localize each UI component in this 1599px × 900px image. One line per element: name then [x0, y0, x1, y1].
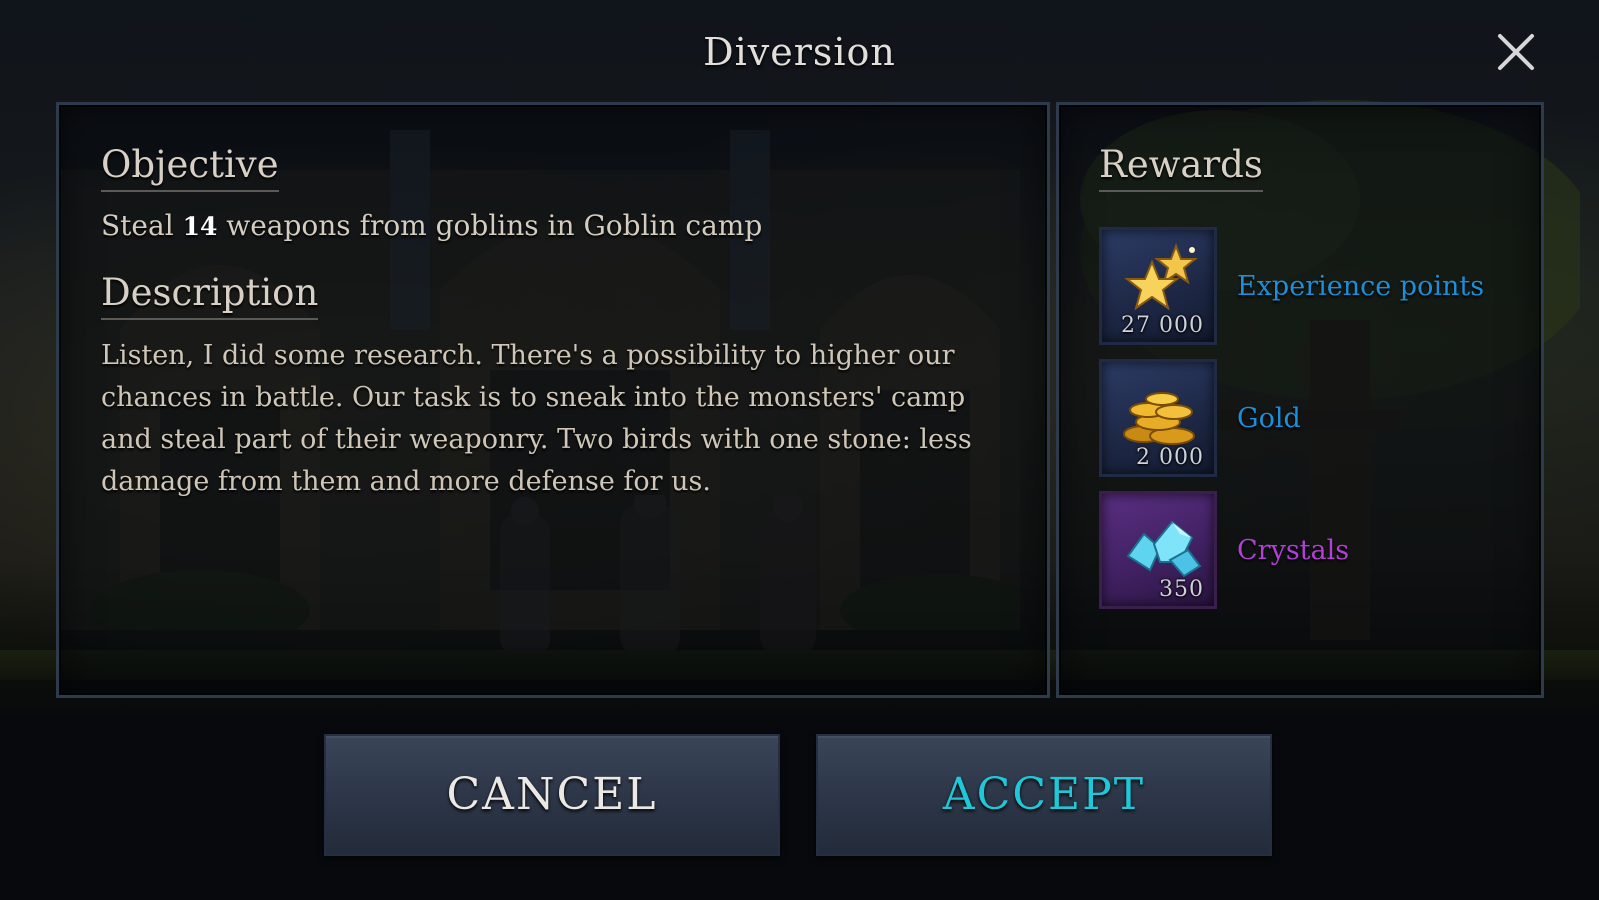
close-icon [1498, 34, 1534, 70]
objective-text-before: Steal [101, 209, 174, 242]
dialog-title: Diversion [703, 30, 896, 74]
reward-crystals: 350 Crystals [1099, 491, 1519, 609]
reward-gold: 2 000 Gold [1099, 359, 1519, 477]
crystals-icon [1126, 520, 1202, 578]
description-text: Listen, I did some research. There's a p… [101, 340, 972, 497]
reward-amount-gold: 2 000 [1136, 445, 1204, 470]
reward-tile-experience: 27 000 [1099, 227, 1217, 345]
reward-amount-crystals: 350 [1159, 577, 1204, 602]
rewards-panel: Rewards 27 000 Experience points 2 000 G [1056, 102, 1544, 698]
rewards-heading: Rewards [1099, 144, 1263, 192]
accept-button[interactable]: ACCEPT [816, 734, 1272, 856]
reward-label-crystals: Crystals [1237, 535, 1350, 566]
reward-experience: 27 000 Experience points [1099, 227, 1519, 345]
objective-text: Steal 14 weapons from goblins in Goblin … [101, 209, 762, 242]
reward-tile-crystals: 350 [1099, 491, 1217, 609]
stars-icon [1124, 243, 1198, 311]
reward-label-gold: Gold [1237, 403, 1301, 434]
close-button[interactable] [1490, 26, 1542, 78]
reward-tile-gold: 2 000 [1099, 359, 1217, 477]
cancel-button[interactable]: CANCEL [324, 734, 780, 856]
objective-heading: Objective [101, 144, 279, 192]
gold-coins-icon [1123, 392, 1195, 445]
description-heading: Description [101, 272, 319, 320]
reward-amount-experience: 27 000 [1121, 313, 1204, 338]
objective-text-after: weapons from goblins in Goblin camp [226, 209, 763, 242]
reward-label-experience: Experience points [1237, 271, 1485, 302]
quest-details-panel: Objective Steal 14 weapons from goblins … [56, 102, 1050, 698]
objective-count: 14 [182, 212, 218, 241]
